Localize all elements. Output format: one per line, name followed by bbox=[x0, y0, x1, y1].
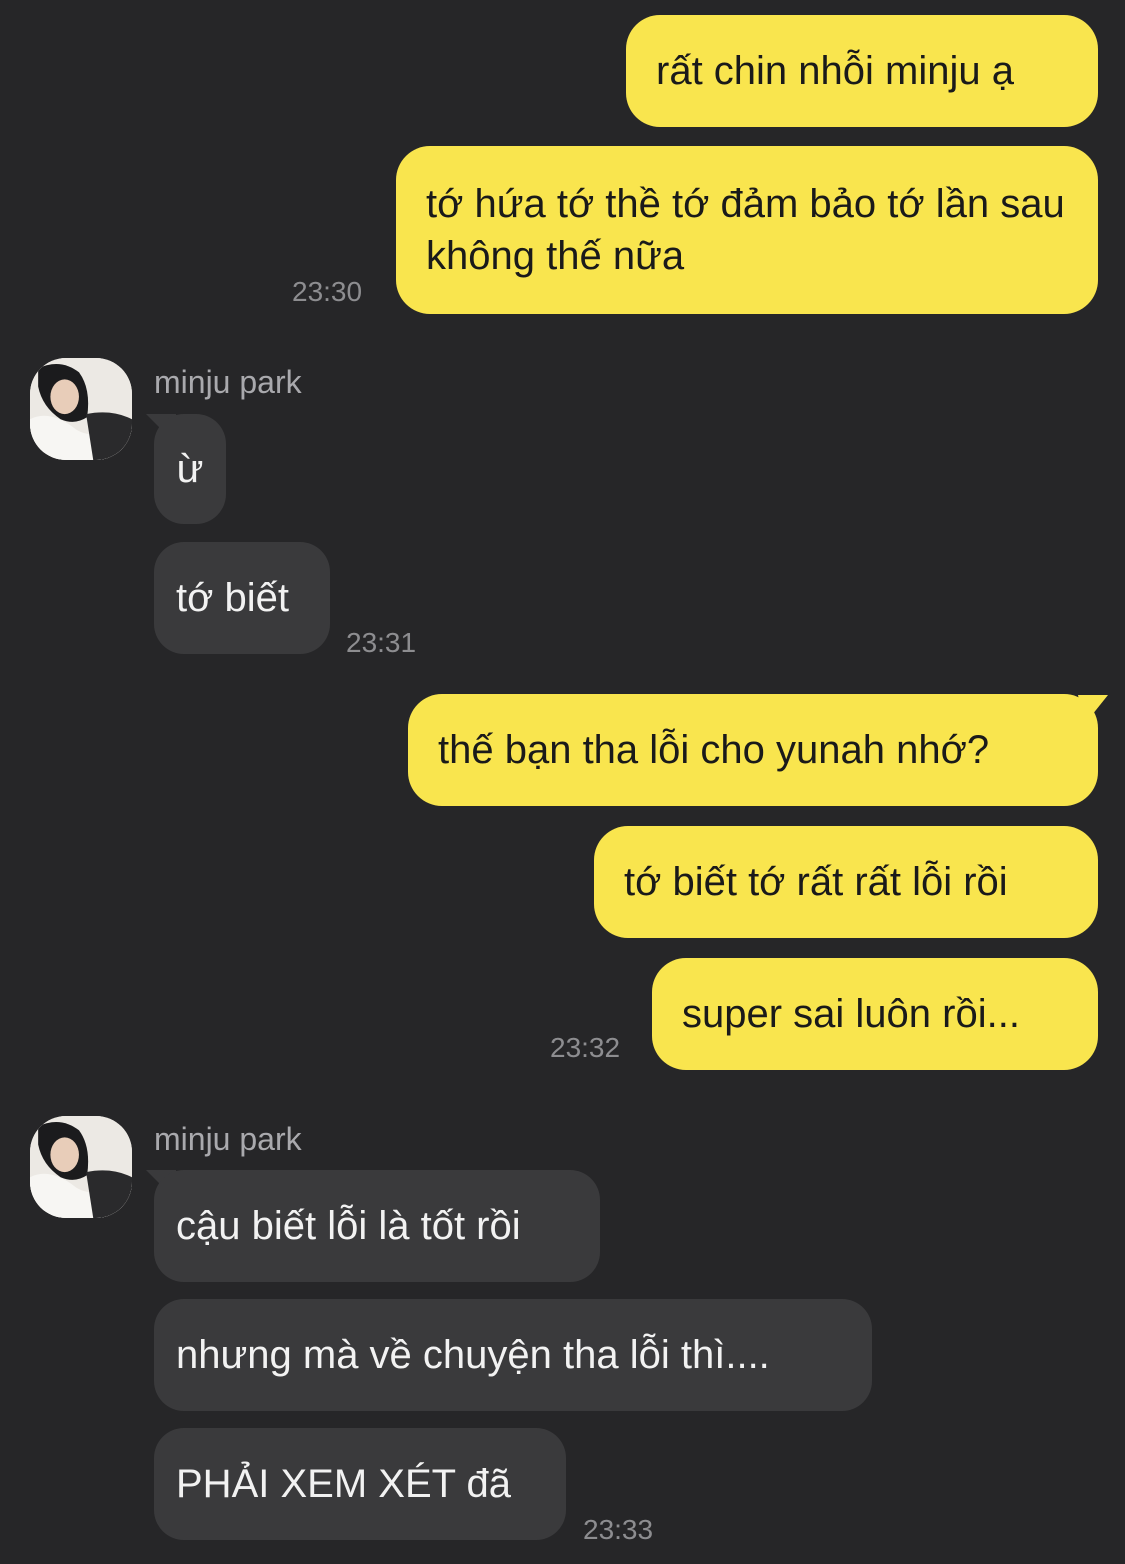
their-message-bubble[interactable]: ừ bbox=[154, 414, 226, 524]
message-timestamp: 23:33 bbox=[583, 1514, 654, 1545]
my-message-bubble[interactable]: super sai luôn rồi... bbox=[652, 958, 1098, 1070]
message-timestamp: 23:30 bbox=[292, 276, 363, 307]
message-text: cậu biết lỗi là tốt rồi bbox=[176, 1204, 521, 1248]
contact-avatar[interactable] bbox=[30, 358, 132, 460]
my-message-bubble[interactable]: tớ biết tớ rất rất lỗi rồi bbox=[594, 826, 1098, 938]
message-text: tớ hứa tớ thề tớ đảm bảo tớ lần sau khôn… bbox=[426, 182, 1065, 278]
message-text: ừ bbox=[176, 447, 204, 491]
avatar-photo-icon bbox=[30, 1116, 132, 1218]
message-text: tớ biết bbox=[176, 576, 289, 620]
their-message-bubble[interactable]: PHẢI XEM XÉT đã bbox=[154, 1428, 566, 1540]
my-message-bubble[interactable]: rất chin nhỗi minju ạ bbox=[626, 15, 1098, 127]
their-message-bubble[interactable]: nhưng mà về chuyện tha lỗi thì.... bbox=[154, 1299, 872, 1411]
contact-avatar[interactable] bbox=[30, 1116, 132, 1218]
my-message-bubble[interactable]: tớ hứa tớ thề tớ đảm bảo tớ lần sau khôn… bbox=[396, 146, 1098, 314]
their-message-bubble[interactable]: cậu biết lỗi là tốt rồi bbox=[154, 1170, 600, 1282]
my-message-bubble[interactable]: thế bạn tha lỗi cho yunah nhớ? bbox=[408, 694, 1098, 806]
sender-name: minju park bbox=[154, 364, 302, 400]
message-text: nhưng mà về chuyện tha lỗi thì.... bbox=[176, 1333, 770, 1377]
message-text: tớ biết tớ rất rất lỗi rồi bbox=[624, 860, 1008, 904]
message-timestamp: 23:32 bbox=[550, 1032, 621, 1063]
message-text: super sai luôn rồi... bbox=[682, 992, 1020, 1036]
message-text: PHẢI XEM XÉT đã bbox=[176, 1462, 511, 1506]
sender-name: minju park bbox=[154, 1121, 302, 1157]
their-message-bubble[interactable]: tớ biết bbox=[154, 542, 330, 654]
message-text: thế bạn tha lỗi cho yunah nhớ? bbox=[438, 728, 990, 772]
message-text: rất chin nhỗi minju ạ bbox=[656, 49, 1014, 93]
avatar-photo-icon bbox=[30, 358, 132, 460]
message-timestamp: 23:31 bbox=[346, 627, 417, 658]
